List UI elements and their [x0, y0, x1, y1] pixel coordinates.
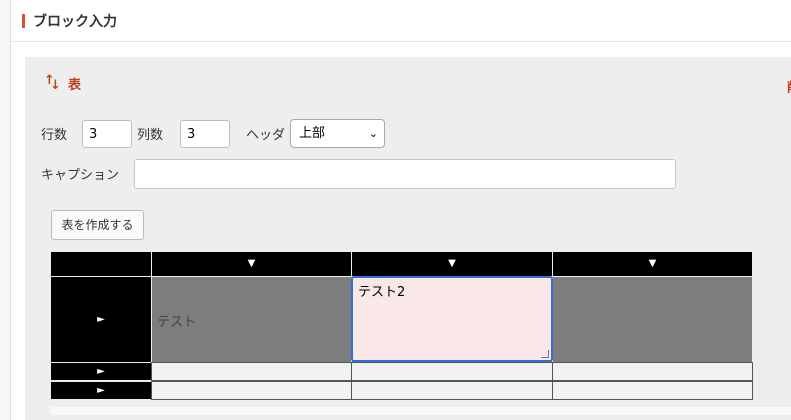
panel-header: ブロック入力 [11, 0, 791, 42]
cell-editor-textarea[interactable]: テスト2 [351, 276, 553, 362]
table-footer-strip [51, 407, 791, 415]
chevron-down-icon: ⌄ [368, 127, 378, 140]
page-title: ブロック入力 [33, 14, 117, 30]
table-cell-r3c1[interactable] [151, 381, 352, 400]
resize-handle-icon[interactable] [541, 350, 549, 358]
block-type-label: 表 [68, 78, 82, 93]
col-marker-2[interactable]: ▼ [352, 252, 552, 276]
block-panel: ブロック入力 ↑↓ 表 削 行数 列数 ヘッダ 上部 ⌄ キャプション 表を作成… [10, 0, 791, 420]
corner-cell [51, 252, 151, 276]
delete-link[interactable]: 削 [787, 77, 791, 96]
caption-input[interactable] [134, 159, 676, 189]
table-cell-r3c2[interactable] [351, 381, 553, 400]
table-cell-r1c3[interactable] [553, 277, 752, 362]
col-marker-3[interactable]: ▼ [553, 252, 752, 276]
table-cell-r2c3[interactable] [552, 362, 753, 381]
table-cell-r2c1[interactable] [151, 362, 352, 381]
row-marker-2[interactable]: ► [51, 363, 151, 380]
editor-text: テスト2 [358, 285, 406, 300]
header-accent-bar [22, 14, 25, 28]
col-marker-1[interactable]: ▼ [152, 252, 351, 276]
header-position-value: 上部 [299, 126, 326, 141]
rows-label: 行数 [41, 128, 68, 143]
table-cell-r3c3[interactable] [552, 381, 753, 400]
table-cell-r1c1[interactable]: テスト [152, 277, 351, 362]
header-position-select[interactable]: 上部 ⌄ [290, 119, 385, 148]
cols-input[interactable] [180, 120, 230, 148]
rows-input[interactable] [82, 120, 132, 148]
row-marker-3[interactable]: ► [51, 382, 151, 399]
cols-label: 列数 [137, 128, 164, 143]
row-marker-1[interactable]: ► [51, 277, 151, 362]
cell-text: テスト [157, 315, 197, 330]
caption-label: キャプション [41, 168, 120, 183]
table-block: ↑↓ 表 削 行数 列数 ヘッダ 上部 ⌄ キャプション 表を作成する ▼ ▼ … [25, 57, 791, 420]
header-label: ヘッダ [246, 128, 286, 143]
sort-arrows-icon[interactable]: ↑ ↓ [42, 73, 62, 93]
table-cell-r2c2[interactable] [351, 362, 553, 381]
create-table-button[interactable]: 表を作成する [51, 210, 144, 240]
